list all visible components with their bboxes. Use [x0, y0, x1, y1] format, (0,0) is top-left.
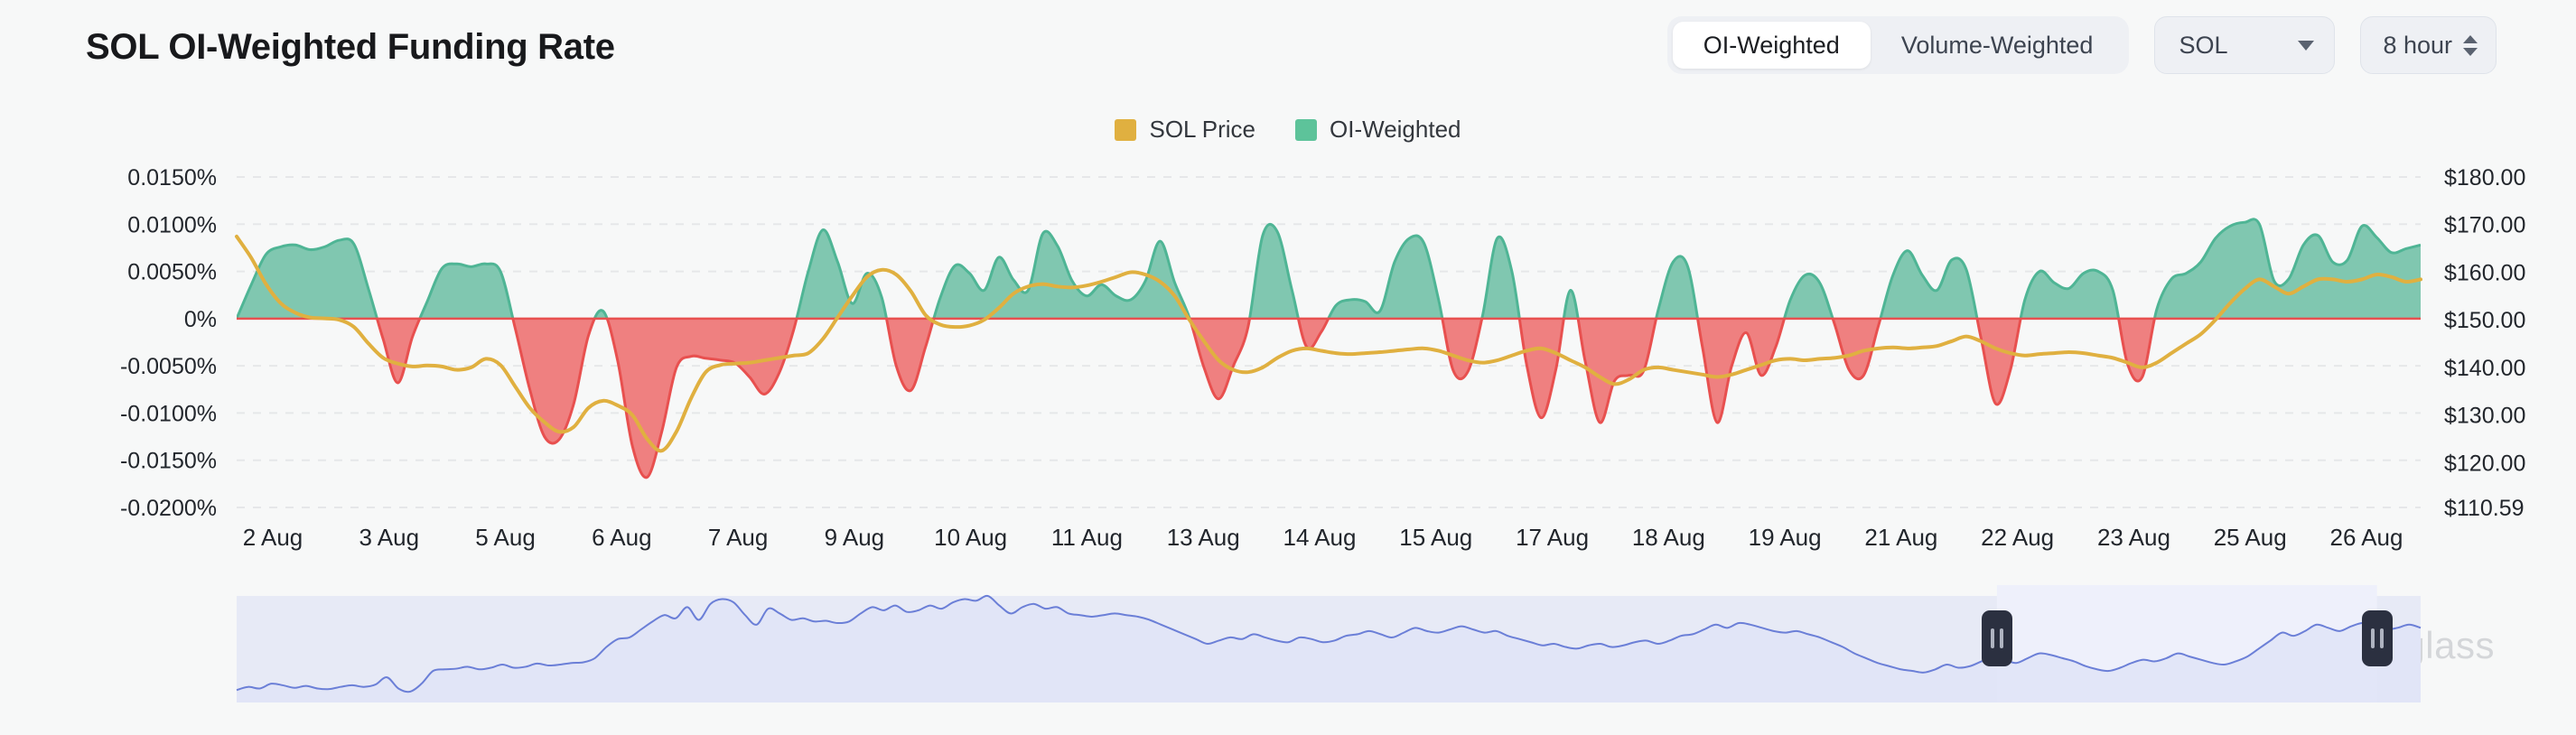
page-title: SOL OI-Weighted Funding Rate — [86, 27, 615, 68]
chart-header: SOL OI-Weighted Funding Rate OI-Weighted… — [0, 0, 2576, 107]
x-axis-tick-label: 21 Aug — [1864, 524, 1937, 551]
y-axis-tick-label: 0.0100% — [127, 212, 217, 237]
y-axis-tick-label: 0.0050% — [127, 260, 217, 285]
tab-oi-weighted[interactable]: OI-Weighted — [1673, 22, 1871, 69]
weighting-toggle-group[interactable]: OI-Weighted Volume-Weighted — [1667, 16, 2130, 74]
symbol-select[interactable]: SOL — [2154, 16, 2335, 74]
navigator-handle-right[interactable] — [2362, 610, 2393, 666]
stepper-up-icon[interactable] — [2463, 35, 2478, 43]
x-axis-tick-label: 17 Aug — [1516, 524, 1589, 551]
chart-plot-area[interactable]: 0.0150% 0.0100% 0.0050% 0% -0.0050% -0.0100% -… — [0, 159, 2576, 583]
x-axis-tick-label: 18 Aug — [1632, 524, 1705, 551]
chart-navigator[interactable] — [0, 585, 2576, 712]
legend-label-sol-price: SOL Price — [1149, 116, 1255, 144]
grip-bar-icon — [1991, 628, 1994, 648]
y2-axis-tick-label: $110.59 — [2444, 496, 2525, 521]
grip-bar-icon — [2000, 628, 2003, 648]
x-axis-tick-label: 15 Aug — [1399, 524, 1472, 551]
x-axis-tick-label: 7 Aug — [708, 524, 769, 551]
x-axis-tick-label: 26 Aug — [2330, 524, 2403, 551]
negative-funding-area — [237, 219, 2421, 478]
stepper-down-icon[interactable] — [2463, 48, 2478, 56]
y-axis-tick-label: 0% — [184, 307, 217, 332]
legend-label-oi-weighted: OI-Weighted — [1330, 116, 1461, 144]
navigator-handle-left[interactable] — [1982, 610, 2012, 666]
x-axis-tick-label: 9 Aug — [825, 524, 885, 551]
interval-stepper[interactable]: 8 hour — [2360, 16, 2497, 74]
y2-axis-tick-label: $150.00 — [2444, 308, 2525, 333]
y2-axis-tick-label: $160.00 — [2444, 260, 2525, 285]
y2-axis-tick-label: $140.00 — [2444, 356, 2525, 381]
y2-axis-tick-label: $120.00 — [2444, 451, 2525, 476]
x-axis-tick-label: 19 Aug — [1749, 524, 1822, 551]
y2-axis-tick-label: $130.00 — [2444, 404, 2525, 429]
y2-axis-tick-label: $180.00 — [2444, 165, 2525, 191]
y-axis-tick-label: -0.0050% — [120, 354, 217, 379]
tab-volume-weighted[interactable]: Volume-Weighted — [1871, 22, 2124, 69]
interval-stepper-value: 8 hour — [2383, 32, 2452, 60]
navigator-overview-chart[interactable] — [0, 585, 2576, 712]
legend-item-sol-price[interactable]: SOL Price — [1115, 116, 1255, 144]
x-axis-tick-label: 3 Aug — [359, 524, 420, 551]
x-axis-tick-label: 25 Aug — [2214, 524, 2287, 551]
chevron-down-icon — [2298, 41, 2314, 51]
legend-swatch-sol-price — [1115, 119, 1136, 141]
x-axis-tick-label: 10 Aug — [934, 524, 1007, 551]
header-controls: OI-Weighted Volume-Weighted SOL 8 hour — [1667, 16, 2497, 74]
grip-bar-icon — [2371, 628, 2375, 648]
chart-legend: SOL Price OI-Weighted — [0, 116, 2576, 144]
legend-item-oi-weighted[interactable]: OI-Weighted — [1295, 116, 1461, 144]
x-axis-tick-label: 6 Aug — [592, 524, 652, 551]
symbol-select-value: SOL — [2179, 32, 2227, 60]
funding-rate-chart-page: SOL OI-Weighted Funding Rate OI-Weighted… — [0, 0, 2576, 735]
y-axis-tick-label: -0.0100% — [120, 401, 217, 426]
y2-axis-tick-label: $170.00 — [2444, 213, 2525, 238]
legend-swatch-oi-weighted — [1295, 119, 1317, 141]
y-axis-tick-label: -0.0150% — [120, 449, 217, 474]
x-axis-tick-label: 11 Aug — [1051, 524, 1123, 551]
x-axis-tick-label: 14 Aug — [1283, 524, 1357, 551]
x-axis-tick-label: 23 Aug — [2097, 524, 2170, 551]
stepper-arrows-icon[interactable] — [2463, 35, 2478, 56]
x-axis-tick-label: 2 Aug — [243, 524, 303, 551]
x-axis-tick-label: 22 Aug — [1981, 524, 2054, 551]
grip-bar-icon — [2380, 628, 2384, 648]
funding-rate-area-chart[interactable]: 0.0150% 0.0100% 0.0050% 0% -0.0050% -0.0100% -… — [0, 159, 2576, 583]
y-axis-tick-label: 0.0150% — [127, 165, 217, 191]
x-axis-tick-label: 5 Aug — [475, 524, 536, 551]
x-axis-tick-label: 13 Aug — [1167, 524, 1240, 551]
y-axis-tick-label: -0.0200% — [120, 496, 217, 521]
